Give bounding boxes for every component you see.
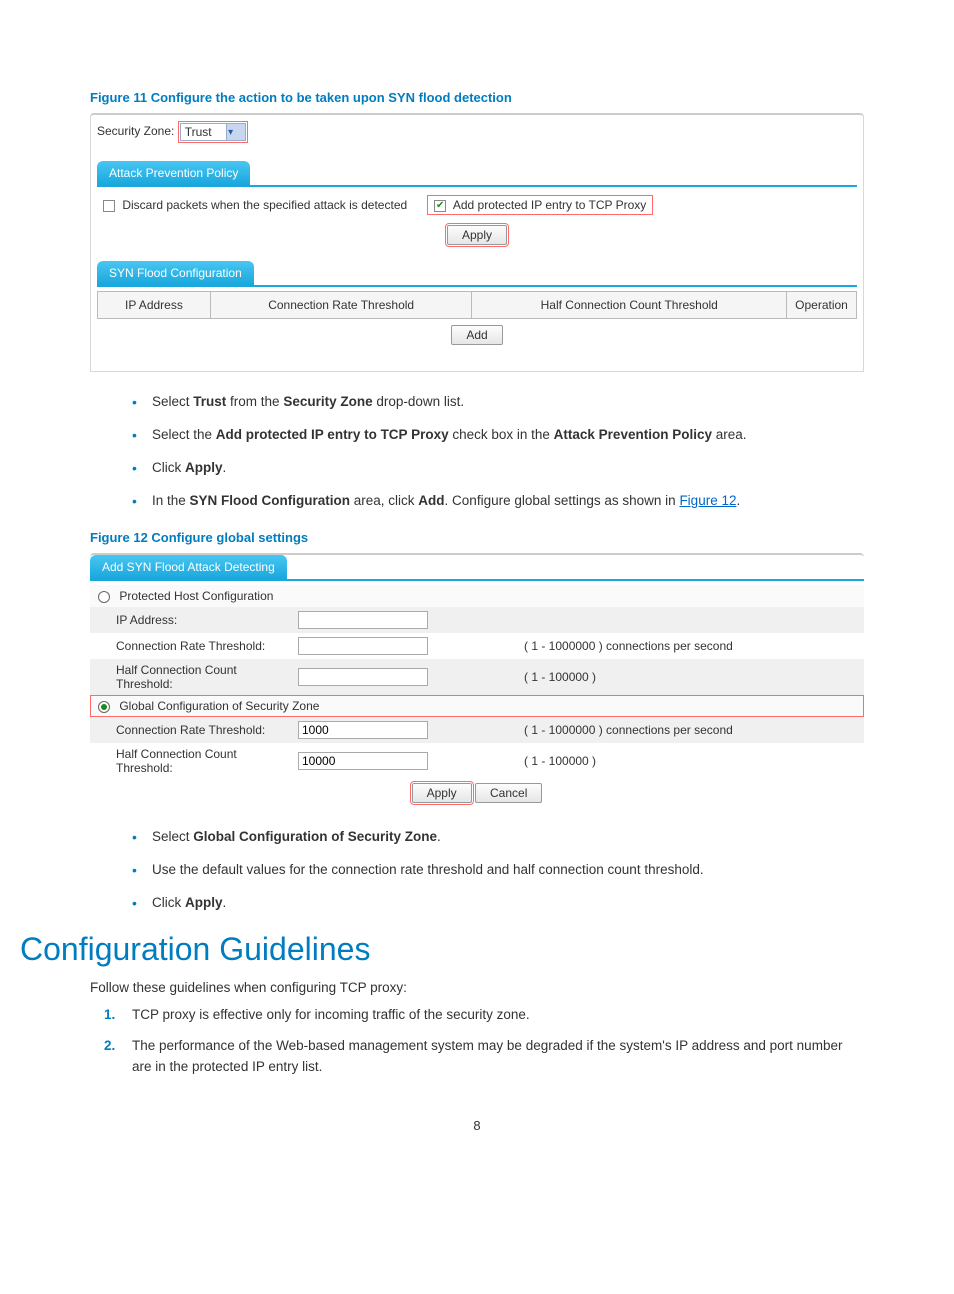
- figure11-panel: Security Zone: Trust ▾ Attack Prevention…: [90, 113, 864, 372]
- col-op: Operation: [787, 292, 857, 319]
- security-zone-select[interactable]: Trust ▾: [180, 123, 246, 141]
- half-conn-label-1: Half Connection Count Threshold:: [90, 659, 290, 695]
- conn-rate-label-1: Connection Rate Threshold:: [90, 633, 290, 659]
- guidelines-intro: Follow these guidelines when configuring…: [90, 980, 864, 995]
- global-config-radio[interactable]: [98, 701, 110, 713]
- conn-rate-hint-1: ( 1 - 1000000 ) connections per second: [516, 633, 864, 659]
- ip-address-label: IP Address:: [90, 607, 290, 633]
- syn-flood-table: IP Address Connection Rate Threshold Hal…: [97, 291, 857, 319]
- half-conn-hint-2: ( 1 - 100000 ): [516, 743, 864, 779]
- list-item: Click Apply.: [132, 458, 864, 479]
- security-zone-value: Trust: [181, 125, 226, 139]
- list-item: Select the Add protected IP entry to TCP…: [132, 425, 864, 446]
- instructions-list-2: Select Global Configuration of Security …: [132, 827, 864, 914]
- configuration-guidelines-heading: Configuration Guidelines: [20, 931, 864, 968]
- discard-label: Discard packets when the specified attac…: [122, 198, 407, 212]
- checkbox-checked-icon: ✔: [434, 200, 446, 212]
- add-protected-ip-checkbox-wrap[interactable]: ✔ Add protected IP entry to TCP Proxy: [427, 195, 653, 215]
- syn-flood-config-tab[interactable]: SYN Flood Configuration: [97, 261, 254, 285]
- instructions-list-1: Select Trust from the Security Zone drop…: [132, 392, 864, 512]
- protected-host-label: Protected Host Configuration: [119, 589, 273, 603]
- col-rate: Connection Rate Threshold: [210, 292, 472, 319]
- conn-rate-hint-2: ( 1 - 1000000 ) connections per second: [516, 717, 864, 743]
- list-item: 1.TCP proxy is effective only for incomi…: [104, 1005, 864, 1026]
- list-item: Select Trust from the Security Zone drop…: [132, 392, 864, 413]
- list-item: Click Apply.: [132, 893, 864, 914]
- checkbox-unchecked-icon: [103, 200, 115, 212]
- apply-button[interactable]: Apply: [447, 225, 507, 245]
- protected-host-radio[interactable]: [98, 591, 110, 603]
- figure12-panel: Add SYN Flood Attack Detecting Protected…: [90, 553, 864, 807]
- half-conn-input-1[interactable]: [298, 668, 428, 686]
- list-item: 2.The performance of the Web-based manag…: [104, 1036, 864, 1078]
- security-zone-label: Security Zone:: [97, 124, 174, 138]
- apply-button-2[interactable]: Apply: [412, 783, 472, 803]
- list-item: Select Global Configuration of Security …: [132, 827, 864, 848]
- conn-rate-label-2: Connection Rate Threshold:: [90, 717, 290, 743]
- figure-12-link[interactable]: Figure 12: [679, 493, 736, 508]
- list-item: In the SYN Flood Configuration area, cli…: [132, 491, 864, 512]
- discard-checkbox-wrap[interactable]: Discard packets when the specified attac…: [103, 198, 407, 212]
- chevron-down-icon[interactable]: ▾: [226, 124, 245, 140]
- add-protected-ip-label: Add protected IP entry to TCP Proxy: [453, 198, 646, 212]
- figure11-caption: Figure 11 Configure the action to be tak…: [90, 90, 864, 105]
- conn-rate-input-1[interactable]: [298, 637, 428, 655]
- figure12-caption: Figure 12 Configure global settings: [90, 530, 864, 545]
- attack-prevention-policy-tab[interactable]: Attack Prevention Policy: [97, 161, 250, 185]
- half-conn-label-2: Half Connection Count Threshold:: [90, 743, 290, 779]
- list-item: Use the default values for the connectio…: [132, 860, 864, 881]
- global-config-label: Global Configuration of Security Zone: [119, 699, 319, 713]
- ip-address-input[interactable]: [298, 611, 428, 629]
- half-conn-input-2[interactable]: [298, 752, 428, 770]
- half-conn-hint-1: ( 1 - 100000 ): [516, 659, 864, 695]
- conn-rate-input-2[interactable]: [298, 721, 428, 739]
- col-half: Half Connection Count Threshold: [472, 292, 787, 319]
- add-button[interactable]: Add: [451, 325, 502, 345]
- add-syn-flood-tab[interactable]: Add SYN Flood Attack Detecting: [90, 555, 287, 579]
- page-number: 8: [90, 1118, 864, 1133]
- col-ip: IP Address: [98, 292, 211, 319]
- guidelines-list: 1.TCP proxy is effective only for incomi…: [104, 1005, 864, 1078]
- cancel-button[interactable]: Cancel: [475, 783, 542, 803]
